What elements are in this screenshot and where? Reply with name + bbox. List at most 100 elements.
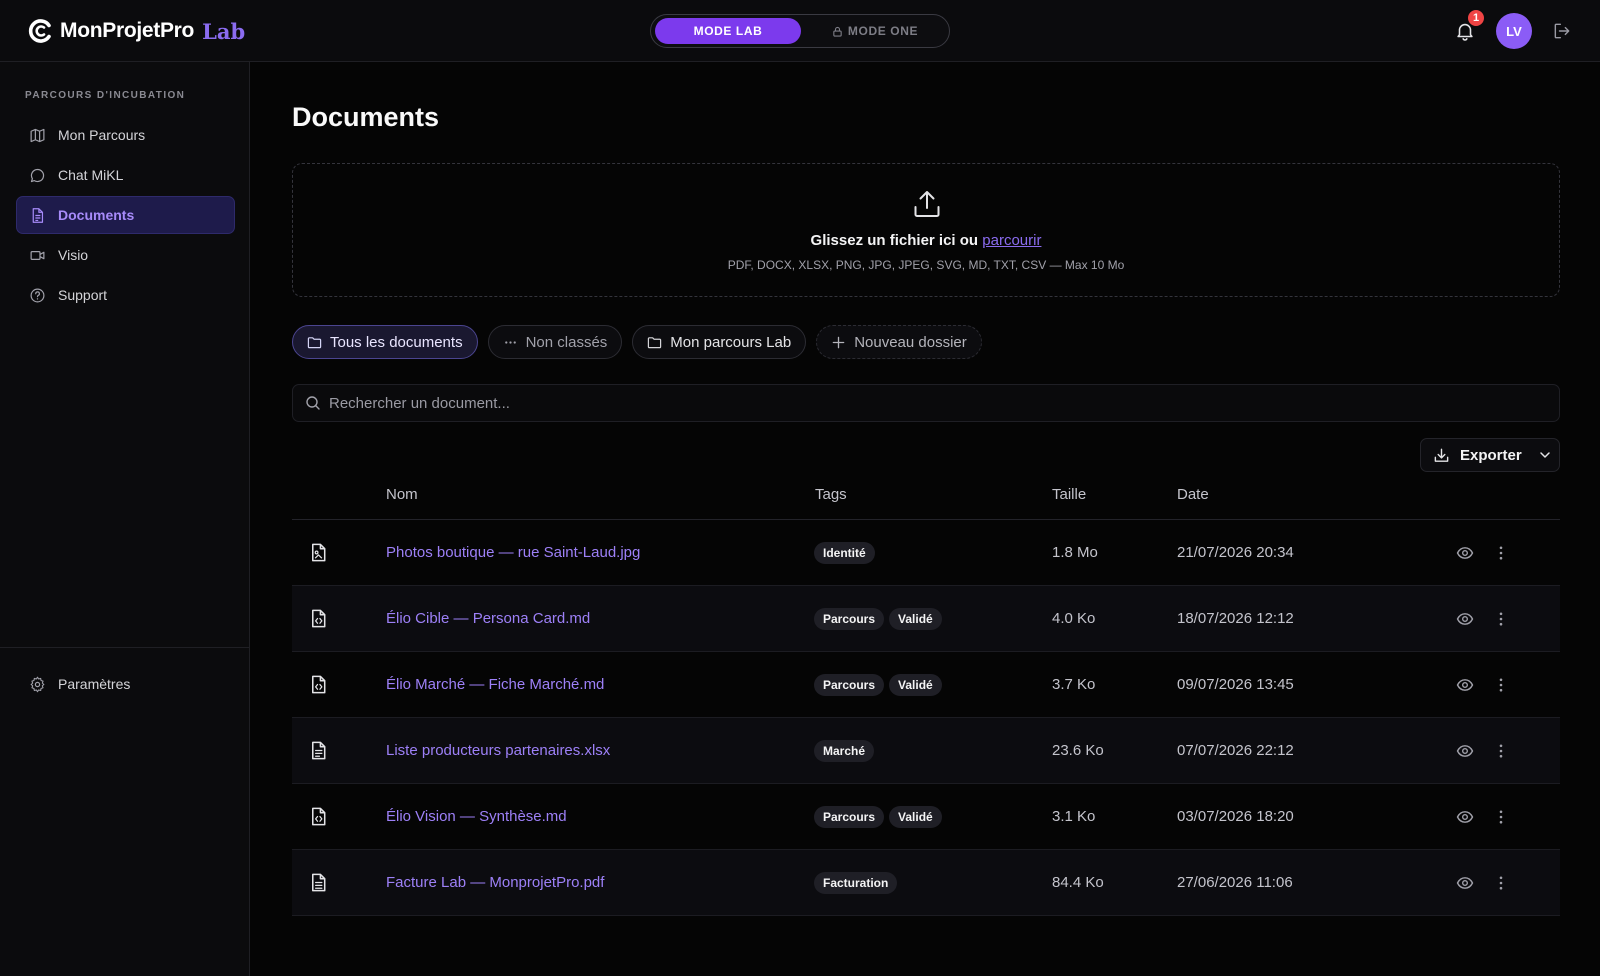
sidebar-item-support[interactable]: Support <box>16 276 235 314</box>
eye-icon[interactable] <box>1456 610 1474 628</box>
search-icon <box>306 396 320 410</box>
logout-icon[interactable] <box>1552 21 1572 41</box>
chat-icon <box>30 168 45 182</box>
gear-icon <box>30 676 45 692</box>
document-size: 4.0 Ko <box>1052 610 1096 627</box>
sidebar-divider <box>0 647 250 648</box>
more-vertical-icon[interactable] <box>1492 874 1510 892</box>
export-label: Exporter <box>1460 446 1522 464</box>
dropzone-formats: PDF, DOCX, XLSX, PNG, JPG, JPEG, SVG, MD… <box>727 258 1125 272</box>
folder-label: Tous les documents <box>330 333 463 351</box>
chevron-down-icon <box>1539 452 1550 458</box>
sidebar-item-visio[interactable]: Visio <box>16 236 235 274</box>
eye-icon[interactable] <box>1456 808 1474 826</box>
mode-lab-button[interactable]: MODE LAB <box>655 18 801 44</box>
document-tags: Parcours Validé <box>814 806 942 828</box>
column-header-tags: Tags <box>815 486 847 503</box>
new-folder-button[interactable]: Nouveau dossier <box>816 325 982 359</box>
document-tags: Facturation <box>814 872 898 894</box>
folder-all-documents[interactable]: Tous les documents <box>292 325 478 359</box>
more-vertical-icon[interactable] <box>1492 610 1510 628</box>
more-vertical-icon[interactable] <box>1492 742 1510 760</box>
sidebar-item-chat-mikl[interactable]: Chat MiKL <box>16 156 235 194</box>
document-date: 27/06/2026 11:06 <box>1177 874 1293 891</box>
document-name-link[interactable]: Élio Marché — Fiche Marché.md <box>386 676 604 693</box>
eye-icon[interactable] <box>1456 742 1474 760</box>
sidebar-item-label: Chat MiKL <box>58 167 124 183</box>
folder-label: Mon parcours Lab <box>670 333 792 351</box>
more-vertical-icon[interactable] <box>1492 544 1510 562</box>
document-date: 21/07/2026 20:34 <box>1177 544 1294 561</box>
sidebar-item-label: Visio <box>58 247 89 263</box>
brand-suffix: Lab <box>202 18 246 44</box>
sidebar-item-settings[interactable]: Paramètres <box>16 665 235 703</box>
tag-badge: Marché <box>814 740 875 762</box>
table-row[interactable]: Facture Lab — MonprojetPro.pdf Facturatio… <box>292 850 1560 916</box>
brand-logo-link[interactable]: MonProjetPro Lab <box>28 16 245 46</box>
avatar[interactable]: LV <box>1496 13 1532 49</box>
folder-unclassified[interactable]: Non classés <box>487 325 623 359</box>
document-name-link[interactable]: Liste producteurs partenaires.xlsx <box>386 742 610 759</box>
tag-badge: Identité <box>814 542 875 564</box>
tag-badge: Validé <box>889 608 942 630</box>
document-icon <box>32 207 44 223</box>
document-name-link[interactable]: Facture Lab — MonprojetPro.pdf <box>386 874 604 891</box>
eye-icon[interactable] <box>1456 874 1474 892</box>
tag-badge: Parcours <box>814 806 885 828</box>
tag-badge: Facturation <box>814 872 898 894</box>
video-icon <box>30 250 45 260</box>
dropzone-instruction: Glissez un fichier ici ou <box>810 232 979 249</box>
sidebar-item-label: Support <box>58 287 108 303</box>
document-size: 3.7 Ko <box>1052 676 1096 693</box>
column-header-name[interactable]: Nom <box>386 486 418 503</box>
more-vertical-icon[interactable] <box>1492 676 1510 694</box>
sidebar-item-documents[interactable]: Documents <box>16 196 235 234</box>
search-input[interactable] <box>329 394 1529 412</box>
folder-mon-parcours-lab[interactable]: Mon parcours Lab <box>632 325 807 359</box>
document-date: 09/07/2026 13:45 <box>1177 676 1294 693</box>
tag-badge: Validé <box>889 674 942 696</box>
document-tags: Identité <box>814 542 875 564</box>
document-name-link[interactable]: Élio Cible — Persona Card.md <box>386 610 590 627</box>
tag-badge: Validé <box>889 806 942 828</box>
plus-icon <box>832 336 845 348</box>
table-row[interactable]: Élio Cible — Persona Card.md Parcours Vali… <box>292 586 1560 652</box>
table-row[interactable]: Élio Marché — Fiche Marché.md Parcours Val… <box>292 652 1560 718</box>
code-file-icon <box>312 675 326 694</box>
table-row[interactable]: Élio Vision — Synthèse.md Parcours Validé 3… <box>292 784 1560 850</box>
document-size: 1.8 Mo <box>1052 544 1098 561</box>
folder-label: Nouveau dossier <box>854 333 967 351</box>
main-content: Documents Glissez un fichier ici ou parc… <box>250 62 1600 976</box>
browse-link[interactable]: parcourir <box>982 232 1041 249</box>
table-row[interactable]: Photos boutique — rue Saint-Laud.jpg Iden… <box>292 520 1560 586</box>
tag-badge: Parcours <box>814 608 885 630</box>
more-horizontal-icon <box>504 340 516 344</box>
sidebar-item-label: Documents <box>58 207 135 223</box>
folder-icon <box>648 336 662 348</box>
eye-icon[interactable] <box>1456 676 1474 694</box>
tag-badge: Parcours <box>814 674 885 696</box>
file-dropzone[interactable]: Glissez un fichier ici ou parcourir PDF,… <box>292 163 1560 297</box>
table-header: Nom Tags Taille Date <box>292 482 1560 520</box>
document-tags: Parcours Validé <box>814 608 942 630</box>
document-name-link[interactable]: Photos boutique — rue Saint-Laud.jpg <box>386 544 640 561</box>
image-file-icon <box>312 543 326 562</box>
table-row[interactable]: Liste producteurs partenaires.xlsx Marché… <box>292 718 1560 784</box>
brand-logo-icon <box>28 19 51 43</box>
sidebar-item-mon-parcours[interactable]: Mon Parcours <box>16 116 235 154</box>
document-name-link[interactable]: Élio Vision — Synthèse.md <box>386 808 567 825</box>
sidebar-item-label: Mon Parcours <box>58 127 146 143</box>
column-header-size[interactable]: Taille <box>1052 486 1086 503</box>
upload-icon <box>914 191 940 217</box>
mode-one-label: MODE ONE <box>847 24 919 38</box>
documents-table: Nom Tags Taille Date Photos boutique — r… <box>292 482 1560 916</box>
more-vertical-icon[interactable] <box>1492 808 1510 826</box>
code-file-icon <box>312 807 326 826</box>
eye-icon[interactable] <box>1456 544 1474 562</box>
mode-one-button[interactable]: MODE ONE <box>805 18 945 44</box>
document-tags: Parcours Validé <box>814 674 942 696</box>
export-button[interactable]: Exporter <box>1420 438 1560 472</box>
notification-badge: 1 <box>1466 8 1486 28</box>
column-header-date[interactable]: Date <box>1177 486 1209 503</box>
document-date: 03/07/2026 18:20 <box>1177 808 1294 825</box>
